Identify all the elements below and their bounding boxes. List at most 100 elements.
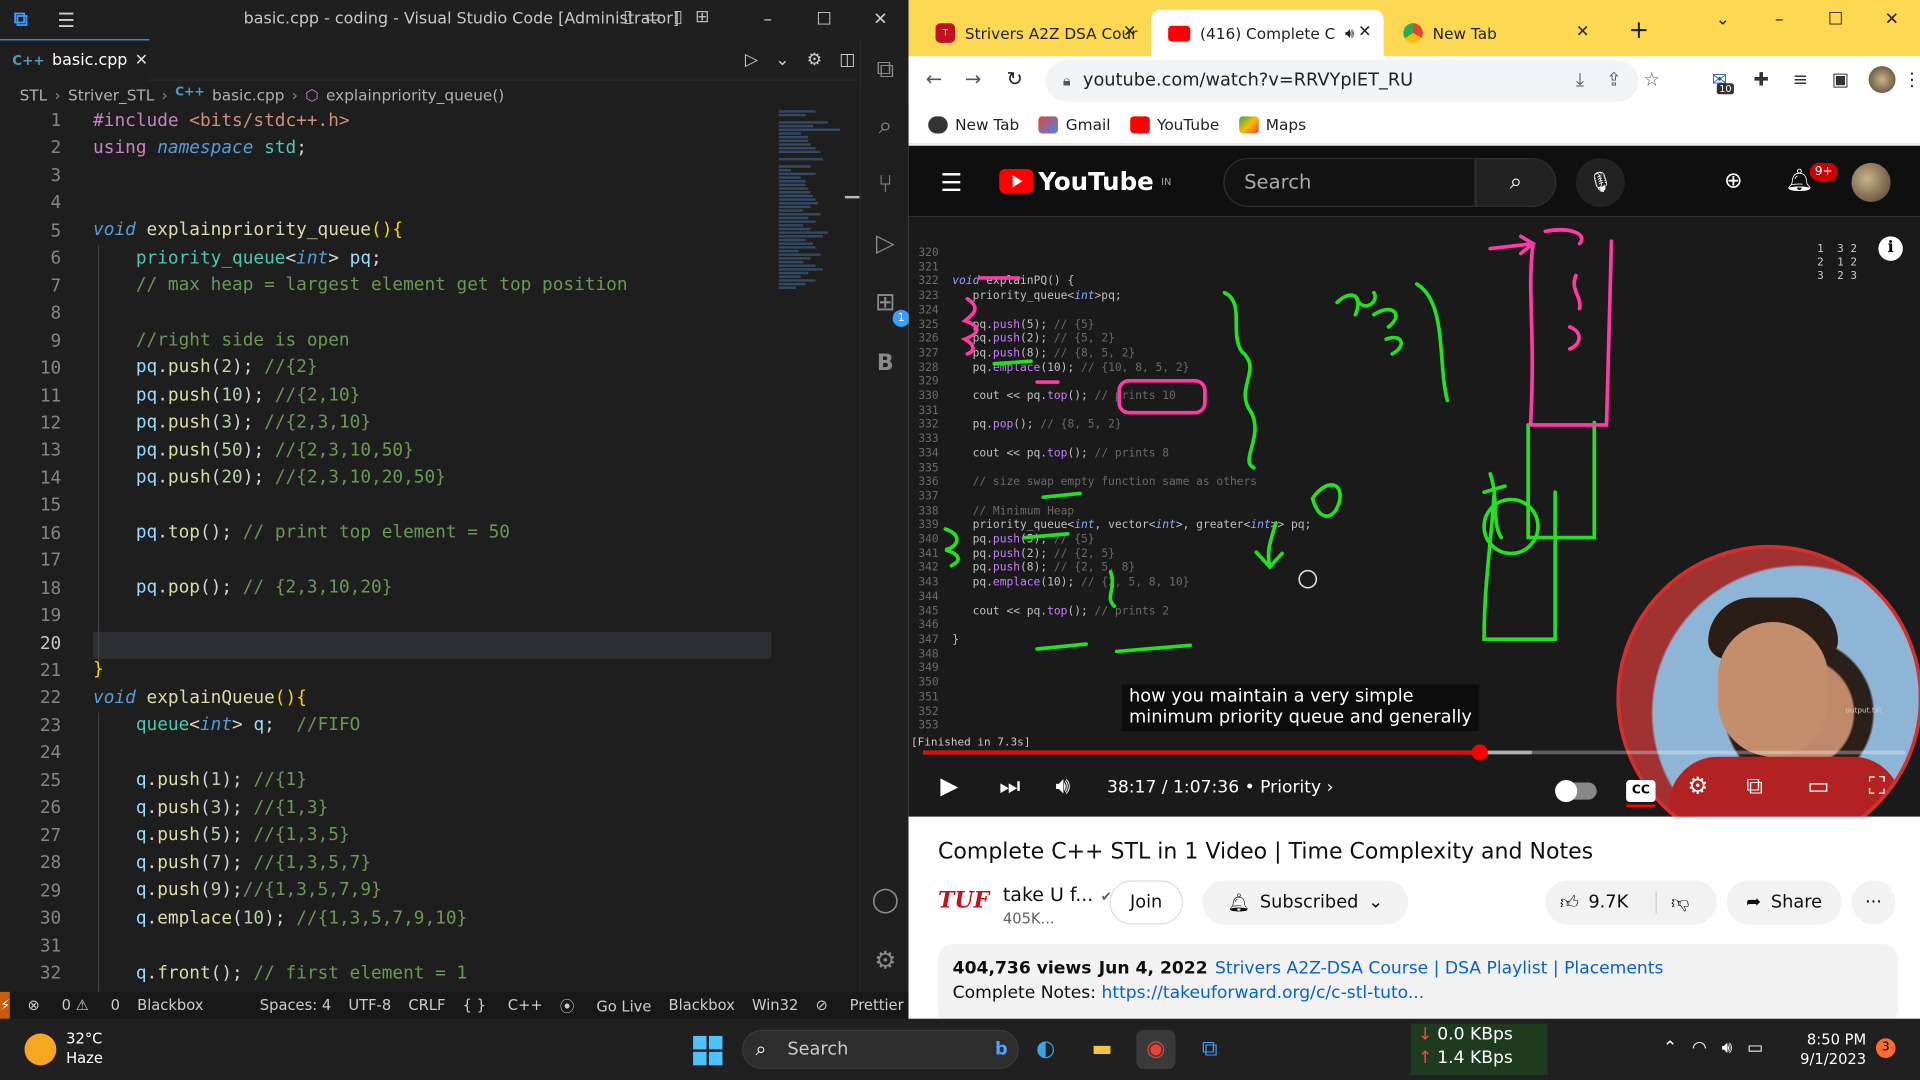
run-icon[interactable]: ▷ bbox=[745, 50, 758, 70]
chapter-title[interactable]: Priority bbox=[1260, 778, 1321, 798]
back-icon[interactable]: ← bbox=[926, 67, 942, 90]
breadcrumb-item[interactable]: basic.cpp bbox=[212, 86, 284, 104]
minimize-icon[interactable]: – bbox=[1751, 0, 1807, 39]
extensions-puzzle-icon[interactable]: ✚ bbox=[1753, 69, 1768, 91]
lock-icon[interactable]: 🔒︎ bbox=[1063, 72, 1071, 90]
status-eol[interactable]: CRLF bbox=[408, 997, 445, 1014]
bookmark-maps[interactable]: Maps bbox=[1238, 115, 1306, 133]
play-icon[interactable]: ▶ bbox=[940, 773, 958, 800]
info-icon[interactable]: i bbox=[1878, 236, 1903, 261]
clock[interactable]: 8:50 PM 9/1/2023 bbox=[1800, 1030, 1866, 1069]
code-editor[interactable]: 1 2 3 4 5 6 7 8 9 10 11 12 13 14 15 16 17 18 19 20 21 22 23 24 2… bbox=[0, 109, 845, 994]
captions-cc-icon[interactable]: CC bbox=[1626, 780, 1656, 807]
chevron-down-icon[interactable]: ⌄ bbox=[775, 50, 789, 70]
autoplay-toggle[interactable] bbox=[1555, 780, 1597, 803]
description-link[interactable]: Strivers A2Z-DSA Course | DSA Playlist |… bbox=[1215, 959, 1663, 979]
hamburger-menu-icon[interactable]: ☰ bbox=[940, 168, 962, 197]
manage-gear-icon[interactable]: ⚙ bbox=[861, 945, 910, 974]
volume-icon[interactable]: 🔊︎ bbox=[1722, 1038, 1733, 1058]
browser-tab[interactable]: T Strivers A2Z DSA Cour ✕ bbox=[918, 10, 1148, 57]
chevron-up-icon[interactable]: ⌃ bbox=[1663, 1038, 1677, 1058]
source-control-icon[interactable]: ⑂ bbox=[861, 169, 910, 198]
toggle-sidebar-icon[interactable]: ▯ bbox=[623, 7, 632, 27]
share-icon[interactable]: ⇪ bbox=[1606, 69, 1621, 91]
file-explorer-icon[interactable]: ▬ bbox=[1082, 1030, 1121, 1069]
problems-indicator[interactable]: ⊗ 0 ⚠ 0 bbox=[27, 997, 120, 1014]
voice-search-mic-icon[interactable]: 🎙︎ bbox=[1575, 157, 1625, 207]
scrubber-handle[interactable] bbox=[1471, 744, 1488, 761]
toggle-panel-icon[interactable]: ▭ bbox=[645, 7, 661, 27]
split-editor-icon[interactable]: ◫ bbox=[839, 50, 855, 70]
taskbar-search-input[interactable]: ⌕ Search b bbox=[742, 1029, 1019, 1069]
blackbox-icon[interactable]: B bbox=[861, 350, 910, 376]
video-player[interactable]: 320 321 322 void explainPQ() { 323 prior… bbox=[908, 216, 1920, 817]
notification-badge[interactable]: 3 bbox=[1875, 1038, 1896, 1058]
explorer-icon[interactable]: ⧉ bbox=[861, 54, 910, 83]
status-encoding[interactable]: UTF-8 bbox=[348, 997, 391, 1014]
start-windows-icon[interactable] bbox=[693, 1035, 723, 1066]
fullscreen-icon[interactable]: ⛶ bbox=[1869, 773, 1885, 800]
next-video-icon[interactable]: ⏭︎ bbox=[999, 773, 1020, 800]
like-count[interactable]: 9.7K bbox=[1588, 893, 1628, 913]
account-icon[interactable]: ◯ bbox=[861, 884, 910, 913]
volume-icon[interactable]: 🔊︎ bbox=[1056, 773, 1071, 800]
address-bar[interactable]: 🔒︎ youtube.com/watch?v=RRVYpIET_RU bbox=[1045, 60, 1639, 102]
breadcrumb-item[interactable]: STL bbox=[20, 86, 48, 104]
breadcrumb-item[interactable]: Striver_STL bbox=[68, 86, 154, 104]
status-language[interactable]: { } C++ bbox=[463, 997, 543, 1014]
bookmark-new-tab[interactable]: New Tab bbox=[928, 115, 1019, 133]
search-icon[interactable]: ⌕ bbox=[861, 110, 910, 139]
close-icon[interactable]: ✕ bbox=[852, 0, 908, 39]
vscode-icon[interactable]: ⧉ bbox=[1190, 1030, 1229, 1069]
close-icon[interactable]: ✕ bbox=[1864, 0, 1920, 39]
status-spaces[interactable]: Spaces: 4 bbox=[260, 997, 331, 1014]
scrollbar[interactable] bbox=[844, 195, 860, 199]
settings-gear-icon[interactable]: ⚙ bbox=[1687, 773, 1708, 800]
join-button[interactable]: Join bbox=[1109, 880, 1183, 925]
status-prettier[interactable]: ⊘ Prettier bbox=[815, 997, 903, 1014]
battery-icon[interactable]: ▭ bbox=[1747, 1038, 1763, 1058]
forward-icon[interactable]: → bbox=[965, 67, 981, 90]
minimap[interactable] bbox=[778, 108, 865, 416]
tab-search-chevron-icon[interactable]: ⌄ bbox=[1695, 0, 1751, 39]
tab-basic-cpp[interactable]: C++ basic.cpp ✕ bbox=[0, 39, 150, 81]
chrome-menu-icon[interactable]: ⋮ bbox=[1903, 69, 1920, 91]
more-actions-icon[interactable]: ··· bbox=[1851, 880, 1896, 925]
customize-layout-icon[interactable]: ⊞ bbox=[695, 7, 709, 27]
tab-close-icon[interactable]: ✕ bbox=[1576, 23, 1589, 41]
install-app-icon[interactable]: ⤓ bbox=[1576, 69, 1584, 91]
subscribed-button[interactable]: 🔔︎ Subscribed ⌄ bbox=[1202, 880, 1409, 925]
breadcrumb-item[interactable]: explainpriority_queue() bbox=[326, 86, 504, 104]
status-blackbox2[interactable]: Blackbox bbox=[669, 997, 735, 1014]
reload-icon[interactable]: ↻ bbox=[1007, 67, 1023, 90]
maximize-icon[interactable]: ☐ bbox=[1807, 0, 1863, 39]
search-button-icon[interactable]: ⌕ bbox=[1475, 157, 1557, 207]
menu-icon[interactable]: ☰ bbox=[42, 8, 91, 31]
bing-icon[interactable]: b bbox=[995, 1031, 1008, 1068]
weather-widget[interactable]: 32°C Haze bbox=[24, 1029, 103, 1068]
remote-icon[interactable]: ⚡ bbox=[0, 991, 11, 1019]
wifi-icon[interactable]: ◠ bbox=[1692, 1038, 1707, 1058]
youtube-logo[interactable]: YouTube IN bbox=[999, 167, 1171, 196]
toggle-secondary-sidebar-icon[interactable]: ▯ bbox=[673, 7, 682, 27]
status-golive[interactable]: ⦿ Go Live bbox=[560, 995, 652, 1016]
theater-mode-icon[interactable]: ▭ bbox=[1807, 773, 1829, 800]
like-thumb-icon[interactable]: 👍︎ bbox=[1560, 891, 1579, 914]
bookmark-youtube[interactable]: YouTube bbox=[1130, 115, 1219, 133]
run-debug-icon[interactable]: ▷ bbox=[861, 228, 910, 257]
tab-close-icon[interactable]: ✕ bbox=[1123, 23, 1136, 41]
new-tab-plus-icon[interactable]: + bbox=[1629, 15, 1650, 44]
browser-tab[interactable]: New Tab ✕ bbox=[1386, 10, 1602, 57]
media-control-icon[interactable]: ≡ bbox=[1793, 69, 1808, 91]
maximize-icon[interactable]: ☐ bbox=[796, 0, 852, 39]
chrome-icon[interactable]: ◉ bbox=[1136, 1029, 1176, 1069]
description-box[interactable]: 404,736 views Jun 4, 2022 Strivers A2Z-DSA… bbox=[937, 944, 1898, 1019]
tab-close-icon[interactable]: ✕ bbox=[1358, 23, 1371, 41]
profile-avatar[interactable] bbox=[1868, 66, 1896, 94]
channel-name[interactable]: take U f... ✔ bbox=[1003, 884, 1112, 906]
tab-close-icon[interactable]: ✕ bbox=[135, 51, 148, 69]
edge-icon[interactable]: ◐ bbox=[1026, 1030, 1065, 1069]
search-input[interactable]: Search bbox=[1223, 157, 1476, 207]
audio-playing-icon[interactable]: 🔊︎ bbox=[1345, 24, 1354, 42]
avatar[interactable] bbox=[1851, 162, 1891, 203]
